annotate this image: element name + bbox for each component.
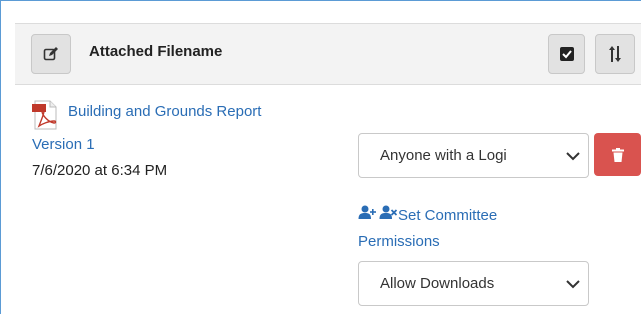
select-all-button[interactable] [548,34,585,74]
sort-icon [609,46,621,62]
attachment-link[interactable]: Building and Grounds Report [68,103,261,120]
upload-date: 7/6/2020 at 6:34 PM [32,162,168,179]
download-permission-select[interactable]: Allow Downloads [358,261,589,306]
header-title: Attached Filename [89,43,223,60]
delete-button[interactable] [594,133,641,176]
edit-icon [43,47,58,61]
chevron-down-icon [558,151,588,161]
edit-button[interactable] [31,34,71,74]
trash-icon [611,147,624,162]
access-level-select[interactable]: Anyone with a Logi [358,133,589,178]
attachment-panel: Attached Filename Building and Grounds R… [0,0,641,314]
download-permission-value: Allow Downloads [380,275,495,292]
set-committee-permissions-link[interactable]: Set Committee Permissions [358,203,558,255]
access-level-value: Anyone with a Logi [380,147,507,164]
version-link[interactable]: Version 1 [32,136,95,153]
pdf-file-icon [32,100,57,130]
chevron-down-icon [558,279,588,289]
sort-button[interactable] [595,34,635,74]
checkbox-icon [559,47,574,61]
panel-header: Attached Filename [15,23,641,85]
